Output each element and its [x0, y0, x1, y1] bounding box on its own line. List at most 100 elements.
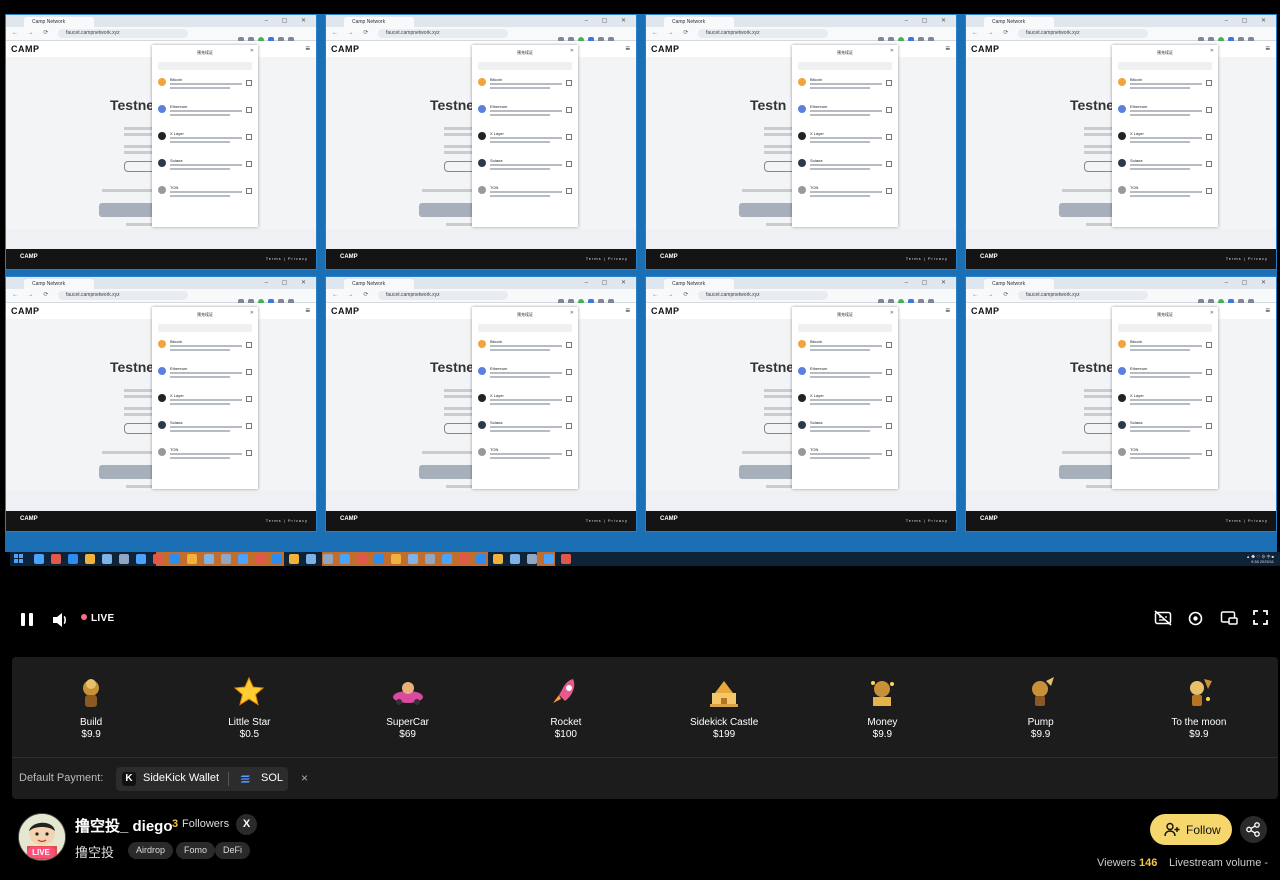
follow-button[interactable]: Follow	[1150, 814, 1232, 845]
browser-window: Camp Network – ▢ ✕ ← → ⟳ faucet.campnetw…	[325, 14, 637, 270]
chain-icon	[798, 448, 806, 456]
star-icon	[234, 676, 265, 706]
chain-icon	[478, 105, 486, 113]
nav-arrows-icon: ← → ⟳	[12, 30, 53, 36]
extension-icons	[238, 30, 308, 43]
footer-links: Terms | Privacy	[1225, 518, 1268, 523]
taskbar-app-icon	[119, 554, 129, 564]
volume-button[interactable]	[52, 612, 70, 633]
tab-bar: Camp Network – ▢ ✕	[966, 277, 1276, 289]
wallet-name: SideKick Wallet	[143, 772, 220, 784]
address-bar: ← → ⟳ faucet.campnetwork.xyz	[326, 289, 636, 305]
gift-item[interactable]: SuperCar $69	[329, 675, 487, 759]
address-bar: ← → ⟳ faucet.campnetwork.xyz	[326, 27, 636, 43]
wallet-popup: 预充续证 ✕ Bitcoin Ethereum X Layer Solana T…	[1112, 45, 1218, 227]
footer-links: Terms | Privacy	[905, 518, 948, 523]
site-footer: CAMP Terms | Privacy	[646, 249, 956, 269]
nav-arrows-icon: ← → ⟳	[332, 292, 373, 298]
chain-row: X Layer	[158, 129, 252, 156]
close-payment-button[interactable]: ×	[301, 771, 308, 785]
share-button[interactable]	[1240, 816, 1267, 843]
fullscreen-button[interactable]	[1253, 610, 1268, 630]
gift-price: $9.9	[1030, 729, 1051, 740]
chain-row: TON	[1118, 445, 1212, 472]
gift-name: To the moon	[1171, 717, 1227, 728]
footer-links: Terms | Privacy	[585, 256, 628, 261]
chain-row: TON	[1118, 183, 1212, 210]
footer-links: Terms | Privacy	[585, 518, 628, 523]
tag-fomo[interactable]: Fomo	[176, 842, 216, 859]
tag-defi[interactable]: DeFi	[215, 842, 251, 859]
follow-label: Follow	[1186, 823, 1221, 837]
gift-item[interactable]: Sidekick Castle $199	[645, 675, 803, 759]
gift-item[interactable]: Pump $9.9	[962, 675, 1120, 759]
footer-logo: CAMP	[980, 254, 998, 260]
wallet-popup: 预充续证 ✕ Bitcoin Ethereum X Layer Solana T…	[152, 307, 258, 489]
chain-icon	[798, 105, 806, 113]
chain-icon	[1118, 78, 1126, 86]
gift-price: $100	[554, 729, 577, 740]
payment-selector[interactable]: K SideKick Wallet SOL	[116, 767, 288, 791]
chain-name: X Layer	[1130, 393, 1144, 398]
chain-icon	[478, 448, 486, 456]
chain-icon	[158, 394, 166, 402]
copy-icon	[246, 188, 252, 194]
stream-video[interactable]: Camp Network – ▢ ✕ ← → ⟳ faucet.campnetw…	[0, 0, 1280, 643]
chain-icon	[478, 159, 486, 167]
livestream-volume-control[interactable]: Livestream volume -	[1169, 857, 1268, 869]
footer-logo: CAMP	[20, 254, 38, 260]
popup-title: 预充续证	[517, 50, 533, 55]
browser-tab: Camp Network	[984, 17, 1054, 27]
chain-icon	[478, 367, 486, 375]
chain-row: Bitcoin	[478, 75, 572, 102]
gift-item[interactable]: Rocket $100	[487, 675, 645, 759]
url-field: faucet.campnetwork.xyz	[58, 29, 188, 38]
camp-logo: CAMP	[11, 44, 40, 54]
gift-item[interactable]: Little Star $0.5	[170, 675, 328, 759]
taskbar-app-icon	[391, 554, 401, 564]
x-social-link[interactable]: X	[236, 814, 257, 835]
pip-button[interactable]	[1220, 610, 1238, 631]
chain-icon	[1118, 186, 1126, 194]
gift-item[interactable]: To the moon $9.9	[1120, 675, 1278, 759]
system-tray: ▲ ◆ ◇ ⊕ 中 ■ 9:38 2025/11	[1246, 554, 1274, 564]
copy-icon	[246, 80, 252, 86]
browser-window: Camp Network – ▢ ✕ ← → ⟳ faucet.campnetw…	[645, 14, 957, 270]
page-heading: Testne	[110, 359, 155, 375]
default-payment-label: Default Payment:	[19, 772, 104, 784]
taskbar-app-icon	[255, 554, 265, 564]
fullscreen-icon	[1253, 610, 1268, 625]
chain-name: Solana	[170, 158, 183, 163]
chain-row: TON	[158, 445, 252, 472]
address-bar: ← → ⟳ faucet.campnetwork.xyz	[6, 27, 316, 43]
submit-button	[419, 465, 479, 479]
chain-name: Ethereum	[810, 104, 828, 109]
copy-icon	[246, 342, 252, 348]
chain-row: X Layer	[478, 129, 572, 156]
captions-button[interactable]	[1154, 610, 1172, 631]
chain-name: TON	[490, 447, 499, 452]
footer-links: Terms | Privacy	[905, 256, 948, 261]
chain-icon	[158, 186, 166, 194]
settings-button[interactable]	[1187, 610, 1204, 632]
tag-airdrop[interactable]: Airdrop	[128, 842, 174, 859]
viewers-label: Viewers	[1097, 857, 1136, 869]
chain-icon	[798, 132, 806, 140]
followers-count: 3	[172, 818, 179, 830]
chain-icon	[1118, 132, 1126, 140]
taskbar-app-icon	[493, 554, 503, 564]
copy-icon	[246, 423, 252, 429]
wallet-popup: 预充续证 ✕ Bitcoin Ethereum X Layer Solana T…	[152, 45, 258, 227]
chain-row: Ethereum	[478, 102, 572, 129]
gift-item[interactable]: Money $9.9	[803, 675, 961, 759]
gift-item[interactable]: Build $9.9	[12, 675, 170, 759]
taskbar-app-icon	[85, 554, 95, 564]
chain-name: X Layer	[170, 393, 184, 398]
chain-icon	[798, 78, 806, 86]
pause-button[interactable]	[21, 613, 34, 626]
chain-icon	[158, 367, 166, 375]
copy-icon	[566, 396, 572, 402]
footer-logo: CAMP	[340, 254, 358, 260]
gift-name: SuperCar	[386, 717, 430, 728]
copy-icon	[886, 423, 892, 429]
